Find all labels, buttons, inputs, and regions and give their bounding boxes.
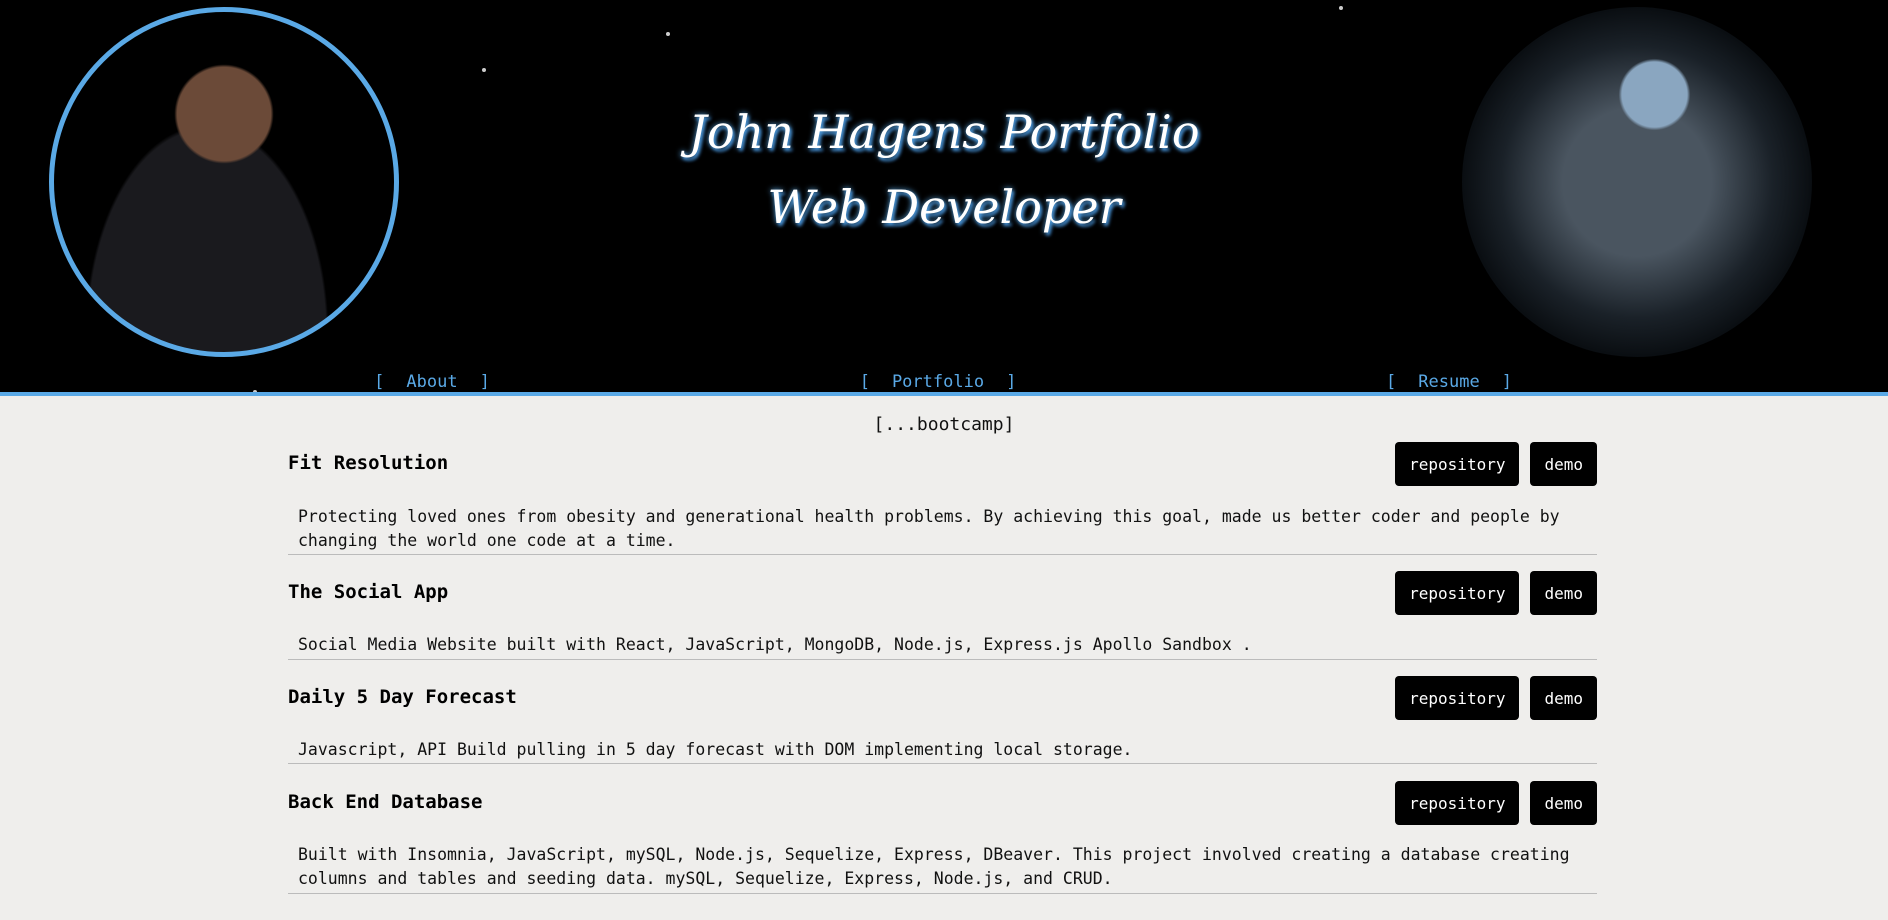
nav-portfolio[interactable]: [Portfolio]: [860, 372, 1017, 392]
repository-button[interactable]: repository: [1395, 676, 1520, 720]
project-title: Fit Resolution: [288, 452, 449, 474]
project-item: Back End Database repository demo Built w…: [288, 781, 1597, 894]
project-title: Daily 5 Day Forecast: [288, 686, 517, 708]
star-decoration: [1339, 6, 1343, 10]
star-decoration: [666, 32, 670, 36]
demo-button[interactable]: demo: [1530, 571, 1597, 615]
section-heading: [...bootcamp]: [873, 414, 1015, 435]
project-description: Protecting loved ones from obesity and g…: [298, 507, 1560, 550]
repository-button[interactable]: repository: [1395, 781, 1520, 825]
nav-about[interactable]: [About]: [374, 372, 490, 392]
star-decoration: [482, 68, 486, 72]
repository-button[interactable]: repository: [1395, 442, 1520, 486]
nav-resume-label: Resume: [1418, 372, 1480, 392]
nav-about-label: About: [406, 372, 458, 392]
project-title: Back End Database: [288, 791, 483, 813]
repository-button[interactable]: repository: [1395, 571, 1520, 615]
demo-button[interactable]: demo: [1530, 676, 1597, 720]
project-description: Javascript, API Build pulling in 5 day f…: [298, 740, 1133, 759]
nav-portfolio-label: Portfolio: [891, 372, 985, 392]
nav-resume[interactable]: [Resume]: [1386, 372, 1512, 392]
header: John Hagens Portfolio Web Developer [Abo…: [0, 0, 1888, 396]
project-item: Daily 5 Day Forecast repository demo Java…: [288, 676, 1597, 764]
project-description: Social Media Website built with React, J…: [298, 635, 1252, 654]
site-title: John Hagens Portfolio: [688, 105, 1200, 159]
demo-button[interactable]: demo: [1530, 781, 1597, 825]
project-description: Built with Insomnia, JavaScript, mySQL, …: [298, 845, 1570, 888]
star-decoration: [253, 390, 257, 392]
project-item: The Social App repository demo Social Med…: [288, 571, 1597, 660]
project-title: The Social App: [288, 581, 449, 603]
project-item: Fit Resolution repository demo Protecting…: [288, 442, 1597, 555]
site-subtitle: Web Developer: [767, 180, 1121, 234]
demo-button[interactable]: demo: [1530, 442, 1597, 486]
